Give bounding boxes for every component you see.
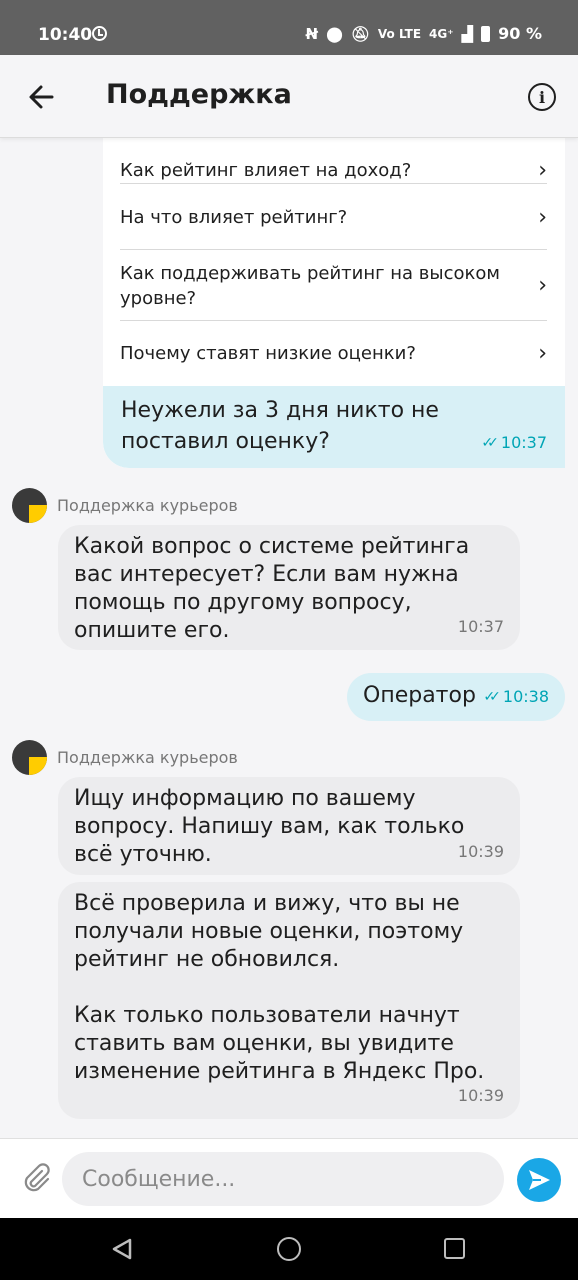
faq-item[interactable]: Почему ставят низкие оценки? › [120, 321, 547, 386]
double-check-icon: ✓✓ [481, 434, 499, 451]
network-type: 4G⁺ [429, 26, 454, 41]
message-text: Неужели за 3 дня никто не поставил оценк… [121, 398, 439, 454]
attach-button[interactable] [20, 1161, 54, 1195]
faq-item-label: На что влияет рейтинг? [120, 206, 348, 228]
message-time: 10:39 [457, 842, 504, 861]
chevron-right-icon: › [538, 157, 547, 183]
incoming-message[interactable]: Ищу информацию по вашему вопросу. Напишу… [58, 777, 520, 875]
message-time: 10:37 [500, 433, 547, 452]
message-meta: ✓✓ 10:38 [483, 687, 549, 706]
faq-item-label: Как поддерживать рейтинг на высоком уров… [120, 262, 500, 309]
outgoing-message[interactable]: Неужели за 3 дня никто не поставил оценк… [103, 386, 565, 468]
nav-back-icon[interactable] [110, 1237, 134, 1261]
faq-item[interactable]: На что влияет рейтинг? › [120, 184, 547, 250]
volte-icon: Vo LTE [377, 26, 422, 41]
message-text: Какой вопрос о системе рейтинга вас инте… [74, 534, 470, 643]
alarm-clock-icon [92, 26, 107, 41]
message-composer [0, 1138, 578, 1218]
page-title: Поддержка [106, 79, 292, 110]
system-nav-bar [0, 1218, 578, 1280]
chevron-right-icon: › [538, 204, 547, 230]
status-time: 10:40 [38, 25, 93, 45]
location-icon: ⬤ [326, 24, 343, 43]
message-time: 10:39 [457, 1086, 504, 1105]
outgoing-message[interactable]: Оператор ✓✓ 10:38 [347, 673, 565, 721]
message-time: 10:37 [457, 617, 504, 636]
faq-item[interactable]: Как поддерживать рейтинг на высоком уров… [120, 250, 547, 321]
incoming-message[interactable]: Всё проверила и вижу, что вы не получали… [58, 882, 520, 1119]
avatar [12, 740, 47, 775]
faq-item-label: Как рейтинг влияет на доход? [120, 159, 412, 181]
nav-recents-icon[interactable] [444, 1238, 465, 1259]
faq-card: Как рейтинг влияет на доход? › На что вл… [103, 138, 565, 468]
info-button[interactable]: i [528, 83, 556, 111]
message-text: Ищу информацию по вашему вопросу. Напишу… [74, 786, 465, 867]
nfc-icon: Ꞥ [305, 24, 319, 43]
back-button[interactable] [26, 81, 58, 113]
battery-icon [481, 25, 491, 42]
nav-home-icon[interactable] [277, 1237, 301, 1261]
mute-icon: 🔕︎ [350, 24, 370, 43]
battery-percent: 90 % [498, 24, 542, 43]
message-text: Всё проверила и вижу, что вы не получали… [74, 891, 485, 1084]
sender-name: Поддержка курьеров [57, 748, 238, 767]
double-check-icon: ✓✓ [483, 688, 501, 705]
arrow-left-icon [29, 85, 54, 109]
paperclip-icon [24, 1163, 50, 1192]
faq-item-label: Почему ставят низкие оценки? [120, 343, 416, 364]
message-text: Оператор [363, 683, 476, 708]
status-icons: Ꞥ ⬤ 🔕︎ Vo LTE 4G⁺ ▟ 90 % [306, 24, 542, 43]
app-header: Поддержка i [0, 55, 578, 138]
send-icon [529, 1170, 550, 1190]
send-button[interactable] [517, 1158, 561, 1202]
message-time: 10:38 [502, 687, 549, 706]
info-icon: i [538, 87, 546, 107]
message-meta: ✓✓ 10:37 [481, 433, 547, 452]
chevron-right-icon: › [538, 341, 547, 366]
message-input[interactable] [62, 1152, 504, 1206]
sender-name: Поддержка курьеров [57, 496, 238, 515]
avatar [12, 488, 47, 523]
incoming-message[interactable]: Какой вопрос о системе рейтинга вас инте… [58, 525, 520, 650]
signal-icon: ▟ [461, 24, 474, 43]
chat-history[interactable]: Как рейтинг влияет на доход? › На что вл… [0, 138, 578, 1138]
status-bar: 10:40 Ꞥ ⬤ 🔕︎ Vo LTE 4G⁺ ▟ 90 % [0, 0, 578, 55]
chevron-right-icon: › [538, 273, 547, 298]
